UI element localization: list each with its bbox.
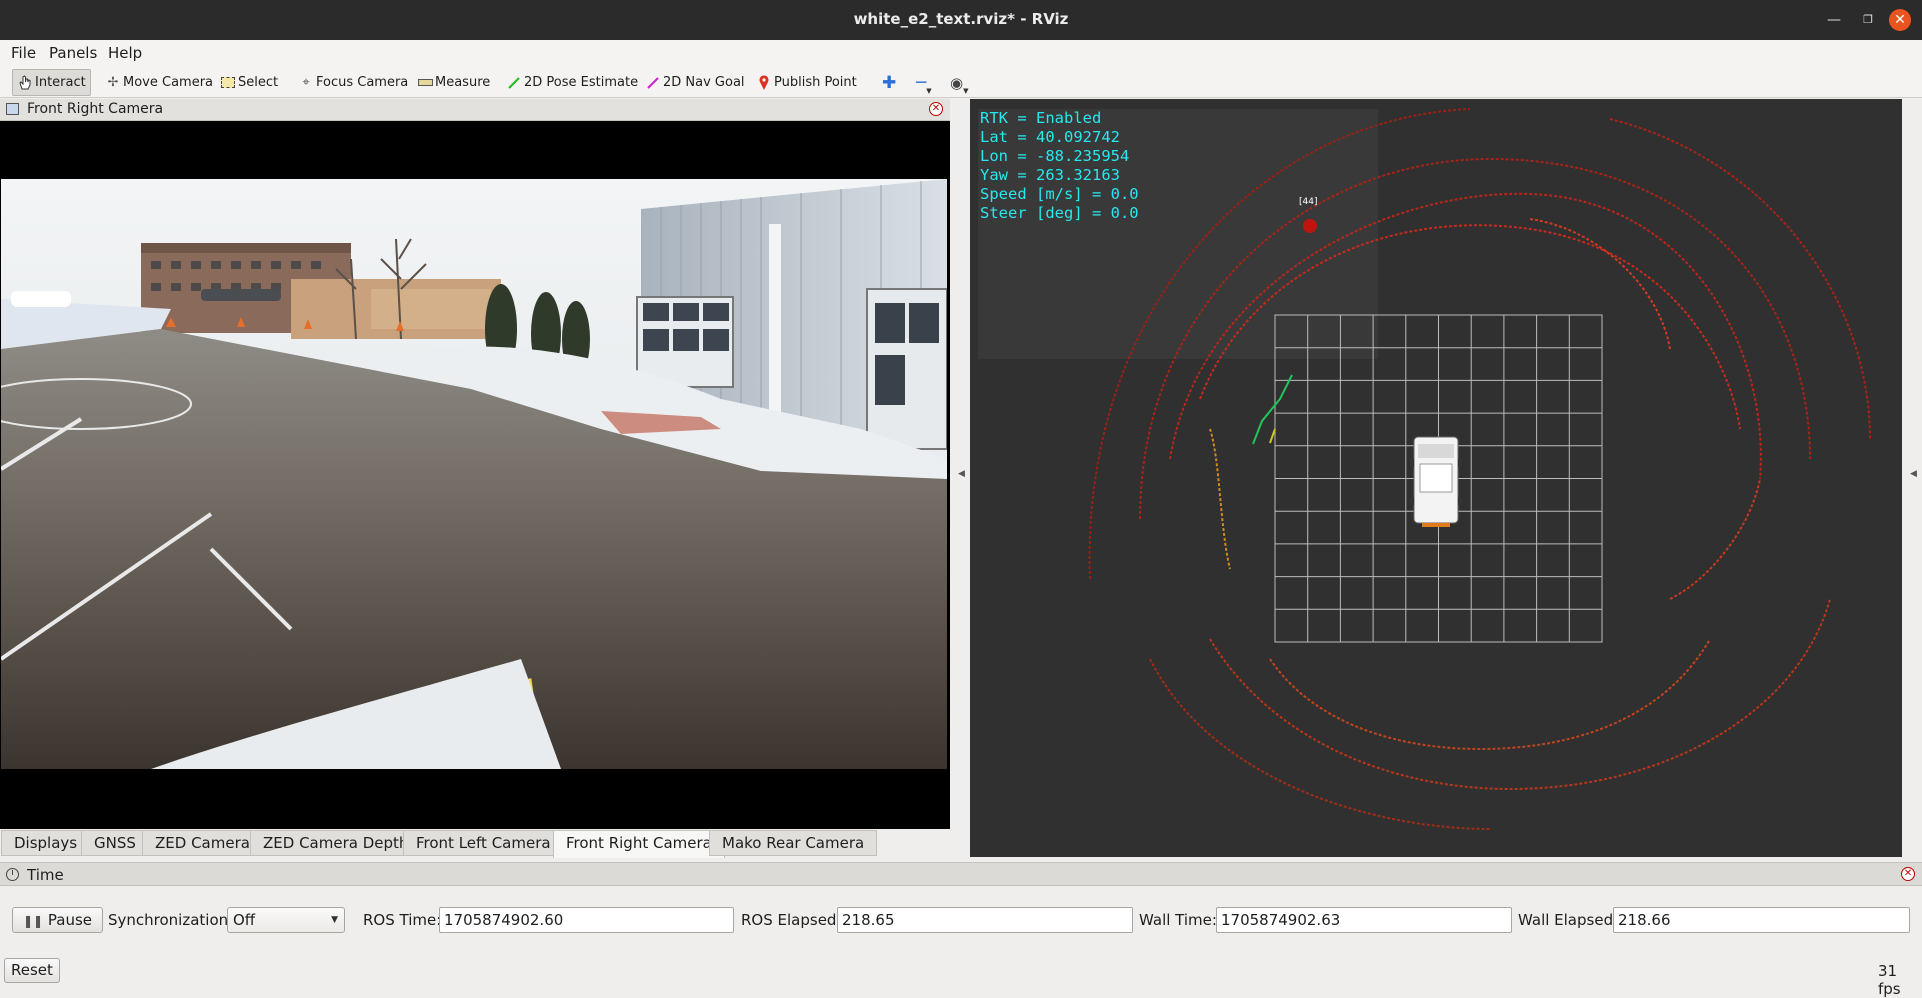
tab-gnss[interactable]: GNSS [81,830,149,856]
eye-icon: ◉ [950,73,964,92]
window-title: white_e2_text.rviz* - RViz [853,10,1069,28]
menu-file[interactable]: File [11,44,36,62]
green-arrow-icon [506,75,522,91]
pause-button[interactable]: ❚❚ Pause [12,907,104,933]
wall-elapsed-field[interactable]: 218.66 [1613,907,1910,933]
clock-icon [6,868,19,881]
steer-value: Steer [deg] = 0.0 [980,204,1139,222]
tab-zed-camera[interactable]: ZED Camera [142,830,263,856]
select-tool[interactable]: Select [216,69,282,96]
minimize-button[interactable]: — [1823,9,1845,31]
time-panel-header: Time ✕ [0,862,1922,886]
time-panel: Time ✕ ❚❚ Pause Synchronization: Off ▼ R… [0,862,1922,998]
panel-tabs: Displays GNSS ZED Camera ZED Camera Dept… [0,829,950,858]
hand-icon [17,75,33,91]
move-camera-label: Move Camera [123,75,214,90]
tab-front-left-camera[interactable]: Front Left Camera [403,830,564,856]
wall-time-label: Wall Time: [1139,911,1217,929]
sync-value: Off [233,911,256,929]
camera-panel-close-icon[interactable]: ✕ [929,102,943,116]
tab-mako-rear-camera[interactable]: Mako Rear Camera [709,830,878,856]
publish-point-tool[interactable]: Publish Point [752,69,861,96]
measure-label: Measure [435,75,491,90]
tab-zed-camera-depth[interactable]: ZED Camera Depth [250,830,422,856]
speed-value: Speed [m/s] = 0.0 [980,185,1139,203]
interact-label: Interact [35,75,86,90]
maximize-button[interactable]: ❐ [1857,9,1879,31]
minus-icon: ─ [916,72,927,93]
3d-view[interactable]: [44] RTK = Enabled Lat = 40.092742 Lon =… [970,99,1902,857]
sync-select[interactable]: Off ▼ [227,907,345,933]
pin-icon [756,74,772,91]
ros-elapsed-field[interactable]: 218.65 [837,907,1133,933]
rtk-status: RTK = Enabled [980,109,1102,127]
camera-panel-header: Front Right Camera ✕ [0,99,950,121]
menu-help[interactable]: Help [108,44,142,62]
focus-camera-label: Focus Camera [316,75,409,90]
title-bar: white_e2_text.rviz* - RViz — ❐ ✕ [0,0,1922,40]
tab-displays[interactable]: Displays [1,830,91,856]
crosshair-icon: ⌖ [302,75,310,90]
time-panel-close-icon[interactable]: ✕ [1901,867,1915,881]
nav-goal-label: 2D Nav Goal [663,75,745,90]
select-box-icon [220,75,236,91]
add-tool-button[interactable]: ✚ [878,69,900,96]
vehicle-model [1410,436,1462,527]
splitter-arrow-icon: ◀ [958,469,965,479]
camera-image [1,179,947,769]
ros-time-label: ROS Time: [363,911,442,929]
marker-label: [44] [1299,197,1317,207]
panel-splitter[interactable]: ◀ [950,99,970,857]
pose-estimate-tool[interactable]: 2D Pose Estimate [502,69,642,96]
panel-icon [6,103,19,115]
publish-point-label: Publish Point [774,75,857,90]
pause-icon: ❚❚ [23,914,44,928]
magenta-arrow-icon [645,75,661,91]
move-camera-tool[interactable]: ✢ Move Camera [101,69,217,96]
dock-arrow-icon: ◀ [1910,469,1917,479]
toolbar: Interact ✢ Move Camera Select ⌖ Focus Ca… [0,66,1922,98]
status-overlay: RTK = Enabled Lat = 40.092742 Lon = -88.… [980,109,1139,223]
fps-readout: 31 fps [1878,962,1901,998]
nav-goal-tool[interactable]: 2D Nav Goal [641,69,749,96]
chevron-down-icon: ▼ [331,915,338,925]
menu-panels[interactable]: Panels [49,44,97,62]
lon-value: Lon = -88.235954 [980,147,1130,165]
time-panel-title: Time [27,866,64,884]
right-dock-edge[interactable]: ◀ [1902,99,1922,857]
remove-tool-button[interactable]: ─ ▼ [912,69,936,96]
move-arrows-icon: ✢ [107,75,119,90]
interact-tool[interactable]: Interact [12,69,91,96]
menu-bar: File Panels Help [0,40,1922,66]
ros-elapsed-label: ROS Elapsed: [741,911,842,929]
yaw-value: Yaw = 263.32163 [980,166,1120,184]
wall-elapsed-label: Wall Elapsed: [1518,911,1619,929]
focus-camera-tool[interactable]: ⌖ Focus Camera [294,69,412,96]
plus-icon: ✚ [882,72,897,93]
ros-time-field[interactable]: 1705874902.60 [439,907,734,933]
tab-front-right-camera[interactable]: Front Right Camera [553,830,725,858]
measure-tool[interactable]: Measure [413,69,494,96]
ruler-icon [417,75,433,91]
view-options-button[interactable]: ◉ ▼ [946,69,972,96]
wall-time-field[interactable]: 1705874902.63 [1216,907,1512,933]
camera-panel: Front Right Camera ✕ [0,99,950,829]
pause-label: Pause [47,911,93,929]
select-label: Select [238,75,279,90]
sync-label: Synchronization: [108,911,234,929]
pose-estimate-label: 2D Pose Estimate [524,75,639,90]
lat-value: Lat = 40.092742 [980,128,1120,146]
camera-panel-title: Front Right Camera [27,101,164,117]
reset-button[interactable]: Reset [4,958,60,983]
close-button[interactable]: ✕ [1889,9,1911,31]
marker-sphere [1303,219,1317,233]
